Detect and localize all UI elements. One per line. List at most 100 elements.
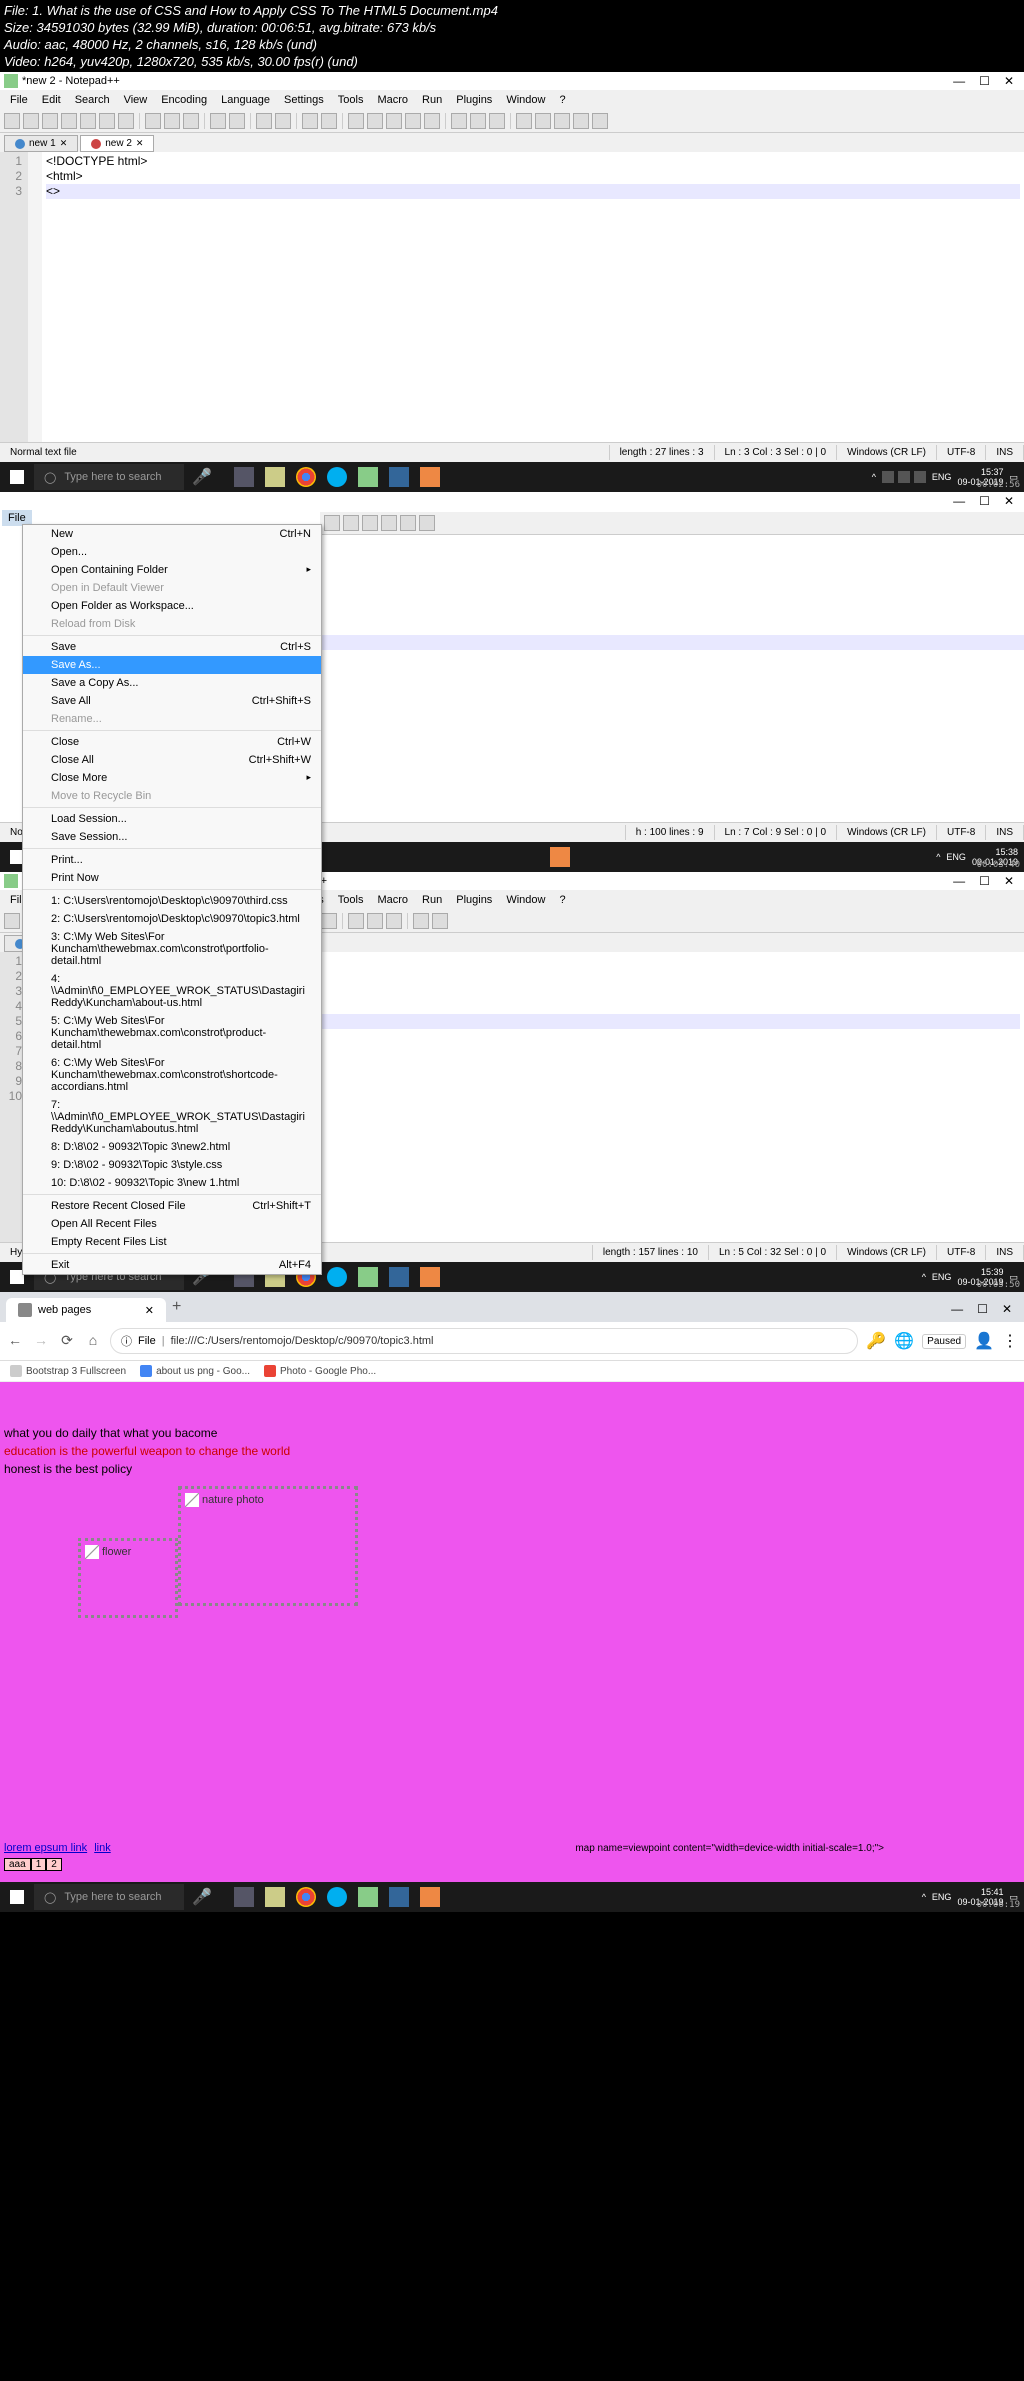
new-icon[interactable] (4, 113, 20, 129)
close-all-icon[interactable] (99, 113, 115, 129)
menu-open-all-recent[interactable]: Open All Recent Files (23, 1215, 321, 1233)
menu-file[interactable]: File (4, 92, 34, 108)
tabcell[interactable]: 1 (31, 1858, 47, 1871)
all-chars-icon[interactable] (405, 113, 421, 129)
play-multi-icon[interactable] (573, 113, 589, 129)
close-button[interactable]: ✕ (1004, 74, 1014, 88)
save-all-icon[interactable] (61, 113, 77, 129)
link[interactable]: link (94, 1842, 111, 1854)
chrome-icon[interactable] (292, 1883, 320, 1911)
menu-icon[interactable]: ⋮ (1002, 1331, 1018, 1351)
file-explorer-icon[interactable] (261, 463, 289, 491)
tab-close-icon[interactable]: ✕ (136, 138, 144, 149)
tb-icon[interactable] (362, 515, 378, 531)
home-button[interactable]: ⌂ (84, 1332, 102, 1350)
tb-icon[interactable] (400, 515, 416, 531)
menu-print[interactable]: Print... (23, 851, 321, 869)
address-bar[interactable]: ⓘ File | file:///C:/Users/rentomojo/Desk… (110, 1328, 858, 1354)
menu-run[interactable]: Run (416, 892, 448, 908)
menu-window[interactable]: Window (500, 92, 551, 108)
reload-button[interactable]: ⟳ (58, 1332, 76, 1350)
app-icon[interactable] (385, 463, 413, 491)
new-icon[interactable] (4, 913, 20, 929)
back-button[interactable]: ← (6, 1332, 24, 1350)
menu-close[interactable]: CloseCtrl+W (23, 733, 321, 751)
menu-plugins[interactable]: Plugins (450, 92, 498, 108)
undo-icon[interactable] (210, 113, 226, 129)
avatar-icon[interactable]: 👤 (974, 1331, 994, 1351)
menu-help[interactable]: ? (553, 92, 571, 108)
lang-icon[interactable] (451, 113, 467, 129)
search-box[interactable]: ◯ Type here to search (34, 464, 184, 490)
maximize-button[interactable]: ☐ (977, 1302, 988, 1316)
func-list-icon[interactable] (470, 113, 486, 129)
bookmark-item[interactable]: Photo - Google Pho... (264, 1365, 376, 1377)
folder-icon[interactable] (489, 113, 505, 129)
replace-icon[interactable] (275, 113, 291, 129)
menu-exit[interactable]: ExitAlt+F4 (23, 1256, 321, 1274)
search-box[interactable]: ◯ Type here to search (34, 1884, 184, 1910)
save-icon[interactable] (42, 113, 58, 129)
record-icon[interactable] (516, 113, 532, 129)
bookmark-item[interactable]: Bootstrap 3 Fullscreen (10, 1365, 126, 1377)
menu-empty-recent[interactable]: Empty Recent Files List (23, 1233, 321, 1251)
maximize-button[interactable]: ☐ (979, 494, 990, 508)
start-button[interactable] (0, 462, 34, 492)
sync-h-icon[interactable] (367, 113, 383, 129)
menu-run[interactable]: Run (416, 92, 448, 108)
info-icon[interactable]: ⓘ (121, 1333, 132, 1349)
fold-column[interactable] (28, 152, 42, 442)
tab-close-icon[interactable]: ✕ (60, 138, 68, 149)
menu-save-copy[interactable]: Save a Copy As... (23, 674, 321, 692)
menu-macro[interactable]: Macro (371, 92, 414, 108)
chrome-icon[interactable] (292, 463, 320, 491)
recent-6[interactable]: 6: C:\My Web Sites\For Kuncham\thewebmax… (23, 1054, 321, 1096)
recent-5[interactable]: 5: C:\My Web Sites\For Kuncham\thewebmax… (23, 1012, 321, 1054)
app2-icon[interactable] (416, 463, 444, 491)
maximize-button[interactable]: ☐ (979, 74, 990, 88)
save-macro-icon[interactable] (592, 113, 608, 129)
profile-paused[interactable]: Paused (922, 1334, 966, 1349)
record-icon[interactable] (413, 913, 429, 929)
language-indicator[interactable]: ENG (946, 852, 966, 862)
menu-plugins[interactable]: Plugins (450, 892, 498, 908)
close-button[interactable]: ✕ (1004, 494, 1014, 508)
tabcell[interactable]: 2 (46, 1858, 62, 1871)
menu-macro[interactable]: Macro (371, 892, 414, 908)
menu-settings[interactable]: Settings (278, 92, 330, 108)
open-icon[interactable] (23, 113, 39, 129)
browser-tab[interactable]: web pages ✕ (6, 1298, 166, 1322)
recent-10[interactable]: 10: D:\8\02 - 90932\Topic 3\new 1.html (23, 1174, 321, 1192)
menu-save-session[interactable]: Save Session... (23, 828, 321, 846)
tray-arrow-icon[interactable]: ^ (872, 472, 876, 482)
menu-window[interactable]: Window (500, 892, 551, 908)
menu-open[interactable]: Open... (23, 543, 321, 561)
bookmark-item[interactable]: about us png - Goo... (140, 1365, 250, 1377)
minimize-button[interactable]: — (953, 74, 965, 88)
zoom-out-icon[interactable] (321, 113, 337, 129)
volume-icon[interactable] (914, 471, 926, 483)
tb-icon[interactable] (419, 515, 435, 531)
tabcell[interactable]: aaa (4, 1858, 31, 1871)
indent-guide-icon[interactable] (424, 113, 440, 129)
task-view-icon[interactable] (230, 463, 258, 491)
guide-icon[interactable] (386, 913, 402, 929)
copy-icon[interactable] (164, 113, 180, 129)
task-view-icon[interactable] (230, 1883, 258, 1911)
menu-close-all[interactable]: Close AllCtrl+Shift+W (23, 751, 321, 769)
play-icon[interactable] (554, 113, 570, 129)
notepadpp-taskbar-icon[interactable] (354, 463, 382, 491)
wrap-icon[interactable] (348, 913, 364, 929)
editor[interactable]: 123 <!DOCTYPE html> <html> <> (0, 152, 1024, 442)
app-icon[interactable] (385, 1883, 413, 1911)
menu-load-session[interactable]: Load Session... (23, 810, 321, 828)
link[interactable]: lorem epsum link (4, 1842, 87, 1854)
menu-save-as[interactable]: Save As... (23, 656, 321, 674)
app-icon[interactable] (546, 843, 574, 871)
menu-open-folder[interactable]: Open Containing Folder▸ (23, 561, 321, 579)
recent-7[interactable]: 7: \\Admin\f\0_EMPLOYEE_WROK_STATUS\Dast… (23, 1096, 321, 1138)
menu-search[interactable]: Search (69, 92, 116, 108)
chars-icon[interactable] (367, 913, 383, 929)
forward-button[interactable]: → (32, 1332, 50, 1350)
app2-icon[interactable] (416, 1263, 444, 1291)
